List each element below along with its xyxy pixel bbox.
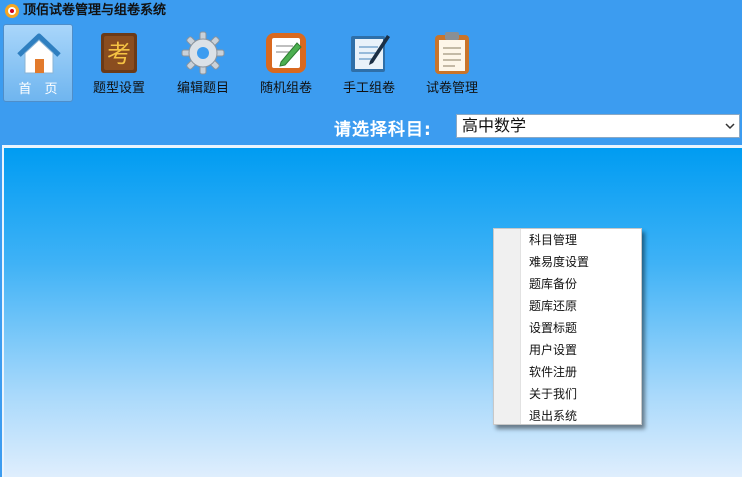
toolbar-paper-management-button[interactable]: 试卷管理 xyxy=(417,24,487,102)
toolbar-manual-compose-label: 手工组卷 xyxy=(342,81,395,96)
menu-item-restore-bank[interactable]: 题库还原 xyxy=(495,295,641,317)
toolbar-question-type-button[interactable]: 考 题型设置 xyxy=(84,24,154,102)
menu-item-user-settings[interactable]: 用户设置 xyxy=(495,339,641,361)
title-bar: 顶佰试卷管理与组卷系统 xyxy=(0,0,742,22)
menu-item-register[interactable]: 软件注册 xyxy=(495,361,641,383)
paper-pen-icon xyxy=(266,33,306,73)
toolbar-edit-questions-button[interactable]: 编辑题目 xyxy=(168,24,238,102)
toolbar: 首 页 考 题型设置 编辑题目 随机组卷 手工组卷 试卷管理 xyxy=(0,22,742,104)
notebook-pen-icon xyxy=(351,35,390,72)
context-menu: 科目管理 难易度设置 题库备份 题库还原 设置标题 用户设置 软件注册 关于我们… xyxy=(493,228,642,425)
subject-label: 请选择科目: xyxy=(334,120,432,140)
toolbar-home-label: 首 页 xyxy=(18,82,58,97)
subject-select-value: 高中数学 xyxy=(462,116,527,135)
toolbar-random-compose-button[interactable]: 随机组卷 xyxy=(251,24,321,102)
home-icon xyxy=(17,33,61,74)
toolbar-manual-compose-button[interactable]: 手工组卷 xyxy=(334,24,404,102)
chevron-down-icon xyxy=(725,123,735,130)
menu-item-subject-management[interactable]: 科目管理 xyxy=(495,229,641,251)
clipboard-icon xyxy=(435,32,469,74)
menu-item-set-title[interactable]: 设置标题 xyxy=(495,317,641,339)
svg-text:考: 考 xyxy=(107,40,131,68)
gear-icon xyxy=(181,31,225,75)
window-title: 顶佰试卷管理与组卷系统 xyxy=(23,3,167,18)
menu-item-difficulty-settings[interactable]: 难易度设置 xyxy=(495,251,641,273)
toolbar-random-compose-label: 随机组卷 xyxy=(259,81,312,96)
toolbar-home-button[interactable]: 首 页 xyxy=(3,24,73,102)
menu-item-exit[interactable]: 退出系统 xyxy=(495,405,641,427)
subject-select[interactable]: 高中数学 xyxy=(456,114,740,138)
menu-item-about[interactable]: 关于我们 xyxy=(495,383,641,405)
app-logo-icon xyxy=(5,4,19,18)
exam-book-icon: 考 xyxy=(101,33,137,73)
toolbar-question-type-label: 题型设置 xyxy=(92,81,145,96)
toolbar-edit-questions-label: 编辑题目 xyxy=(176,81,229,96)
menu-item-backup-bank[interactable]: 题库备份 xyxy=(495,273,641,295)
toolbar-paper-management-label: 试卷管理 xyxy=(425,81,478,96)
